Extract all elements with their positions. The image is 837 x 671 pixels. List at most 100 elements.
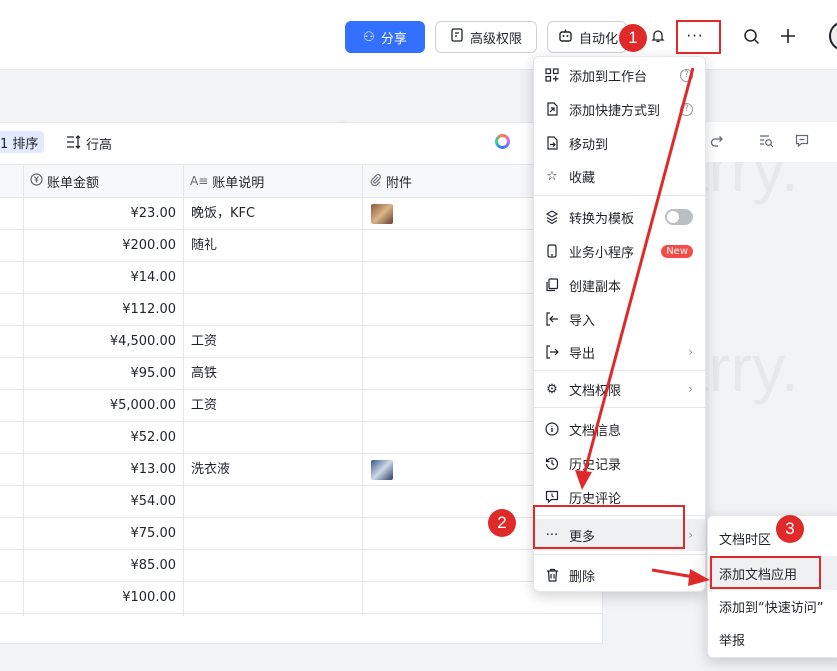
amount-cell[interactable]: ¥5,000.00	[24, 390, 176, 421]
menu-item-duplicate[interactable]: 创建副本	[534, 269, 705, 301]
column-header-attachment[interactable]: 附件	[363, 165, 533, 197]
amount-cell[interactable]: ¥13.00	[24, 454, 177, 485]
menu-item-convert-template[interactable]: 转换为模板	[534, 201, 705, 233]
menu-item-mini-program[interactable]: 业务小程序 New	[534, 235, 705, 267]
step-badge-2: 2	[488, 509, 516, 537]
plus-icon[interactable]	[776, 24, 800, 48]
submenu-item-quick-access[interactable]: 添加到“快速访问”	[708, 589, 837, 623]
advanced-permission-button[interactable]: 高级权限	[435, 21, 537, 53]
row-height-label: 行高	[86, 138, 113, 153]
amount-cell[interactable]: ¥75.00	[24, 518, 177, 549]
amount-cell[interactable]: ¥52.00	[24, 422, 177, 453]
menu-item-label: 移动到	[569, 137, 609, 153]
menu-item-import[interactable]: 导入	[534, 303, 705, 335]
users-icon: ⚇	[363, 29, 375, 45]
column-header-description[interactable]: A≡ 账单说明	[184, 165, 362, 197]
table-row[interactable]: ¥52.00	[0, 422, 603, 454]
table-row[interactable]: ¥112.00	[0, 294, 603, 326]
table-row[interactable]: ¥14.00	[0, 262, 603, 294]
menu-divider	[534, 195, 705, 196]
currency-icon	[30, 172, 43, 190]
amount-cell[interactable]: ¥112.00	[24, 294, 176, 325]
amount-cell[interactable]: ¥200.00	[24, 230, 176, 261]
amount-cell[interactable]: ¥85.00	[24, 550, 177, 581]
search-icon[interactable]	[739, 24, 763, 48]
column-divider	[23, 164, 24, 616]
amount-cell[interactable]: ¥100.00	[24, 582, 176, 613]
step-badge-3: 3	[776, 515, 804, 543]
column-divider	[183, 164, 184, 616]
menu-item-label: 历史记录	[569, 457, 622, 473]
menu-divider	[534, 370, 705, 371]
description-cell[interactable]: 工资	[191, 326, 217, 357]
copy-icon	[544, 277, 560, 293]
description-cell[interactable]: 高铁	[191, 358, 217, 389]
amount-cell[interactable]: ¥54.00	[24, 486, 177, 517]
table-row[interactable]: ¥85.00	[0, 550, 603, 582]
bell-icon[interactable]	[646, 24, 670, 48]
row-height-button[interactable]: 行高	[66, 134, 112, 153]
share-button[interactable]: ⚇ 分享	[345, 21, 425, 53]
history-icon	[544, 455, 560, 471]
menu-item-label: 创建副本	[569, 279, 622, 295]
menu-item-doc-permission[interactable]: ⚙ 文档权限 ›	[534, 373, 705, 405]
menu-item-add-shortcut[interactable]: 添加快捷方式到 ?	[534, 93, 705, 125]
menu-item-label: 导入	[569, 313, 596, 329]
new-badge: New	[661, 244, 693, 258]
menu-item-doc-info[interactable]: 文档信息	[534, 413, 705, 445]
avatar[interactable]	[829, 21, 837, 51]
row-height-icon	[66, 134, 82, 153]
menu-item-label: 历史评论	[569, 491, 622, 507]
phone-icon	[544, 243, 560, 259]
amount-cell[interactable]: ¥4,500.00	[24, 326, 176, 357]
description-cell[interactable]: 随礼	[191, 230, 217, 261]
amount-cell[interactable]: ¥95.00	[24, 358, 177, 389]
permission-label: 高级权限	[469, 31, 522, 47]
table-row[interactable]: ¥5,000.00 工资	[0, 390, 603, 422]
table-row[interactable]: ¥13.00 洗衣液	[0, 454, 603, 486]
text-icon: A≡	[190, 174, 209, 188]
menu-item-label: 文档权限	[569, 383, 622, 399]
automation-button[interactable]: 自动化	[547, 21, 627, 53]
star-icon: ☆	[546, 168, 558, 184]
highlight-box-more-button	[676, 20, 721, 54]
menu-item-history[interactable]: 历史记录	[534, 447, 705, 479]
amount-cell[interactable]: ¥14.00	[24, 262, 177, 293]
menu-item-move-to[interactable]: 移动到	[534, 127, 705, 159]
redo-icon[interactable]	[710, 134, 724, 152]
trash-icon	[544, 567, 560, 583]
menu-item-label: 收藏	[569, 170, 596, 186]
chevron-right-icon: ›	[688, 345, 693, 359]
table-row[interactable]: ¥100.00	[0, 582, 603, 614]
table-row[interactable]: ¥4,500.00 工资	[0, 326, 603, 358]
template-toggle[interactable]	[665, 209, 693, 225]
description-cell[interactable]: 工资	[191, 390, 217, 421]
table-row[interactable]: ¥23.00 晚饭，KFC	[0, 198, 603, 230]
sub-bar	[0, 71, 837, 121]
export-icon	[544, 344, 560, 360]
column-header-amount[interactable]: 账单金额	[24, 165, 183, 197]
find-replace-icon[interactable]	[759, 134, 774, 152]
share-label: 分享	[380, 31, 407, 47]
ai-assistant-icon[interactable]	[495, 134, 510, 149]
help-icon[interactable]: ?	[680, 68, 693, 82]
menu-item-favorite[interactable]: ☆ 收藏	[534, 160, 705, 192]
robot-icon	[558, 28, 573, 47]
menu-item-add-to-workspace[interactable]: 添加到工作台 ?	[534, 59, 705, 91]
attachment-thumbnail[interactable]	[371, 460, 393, 480]
amount-cell[interactable]: ¥23.00	[24, 198, 177, 229]
table-row[interactable]: ¥95.00 高铁	[0, 358, 603, 390]
table-row[interactable]: ¥200.00 随礼	[0, 230, 603, 262]
menu-item-label: 添加快捷方式到	[569, 103, 661, 119]
menu-item-export[interactable]: 导出 ›	[534, 336, 705, 368]
description-cell[interactable]: 晚饭，KFC	[191, 198, 255, 229]
menu-item-delete[interactable]: 删除	[534, 559, 705, 591]
highlight-box-add-doc-app	[710, 556, 821, 589]
help-icon[interactable]: ?	[680, 102, 693, 116]
submenu-item-report[interactable]: 举报	[708, 622, 837, 656]
attachment-thumbnail[interactable]	[371, 204, 393, 224]
description-cell[interactable]: 洗衣液	[191, 454, 230, 485]
sort-button[interactable]: 1 排序	[0, 131, 45, 153]
submenu-item-timezone[interactable]: 文档时区	[708, 521, 837, 555]
comment-icon[interactable]	[795, 134, 809, 152]
